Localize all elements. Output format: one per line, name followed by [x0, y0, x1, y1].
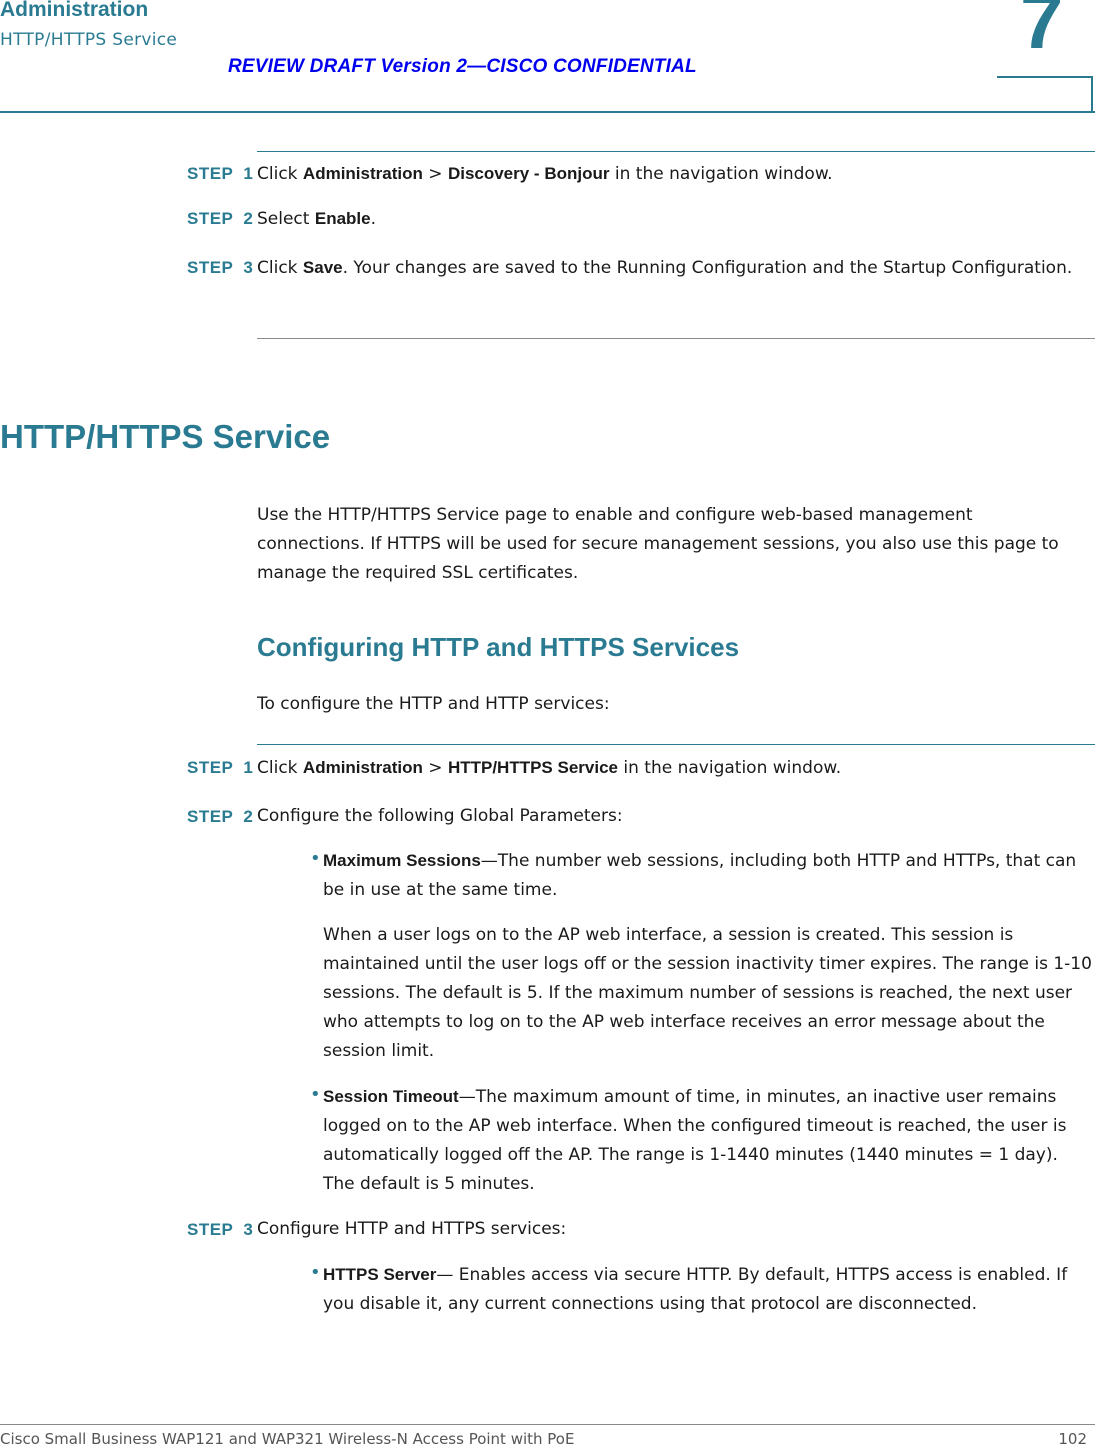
page-number: 102 [1058, 1430, 1087, 1448]
bullet-item: Maximum Sessions—The number web sessions… [323, 846, 1093, 905]
ui-term: Enable [314, 209, 371, 228]
chapter-title: Administration [0, 0, 149, 21]
step-text: Click Administration > HTTP/HTTPS Servic… [257, 753, 1092, 783]
ui-term: Administration [302, 758, 423, 777]
step-number: 3 [243, 1220, 254, 1239]
footer-divider [0, 1424, 1095, 1425]
step-word: STEP [187, 1220, 234, 1239]
ui-term: HTTP/HTTPS Service [447, 758, 618, 777]
step-text: Configure the following Global Parameter… [257, 806, 623, 826]
step-word: STEP [187, 758, 234, 777]
text-run: . Your changes are saved to the Running … [342, 258, 1073, 278]
step-number: 2 [243, 209, 254, 228]
step-number: 1 [243, 164, 254, 183]
step-word: STEP [187, 209, 234, 228]
bullet-icon: • [310, 1262, 321, 1283]
procedure-bottom-rule [257, 338, 1095, 339]
step-label: STEP 2 [187, 807, 253, 827]
chapter-number: 7 [1020, 0, 1064, 65]
subsection-intro: To configure the HTTP and HTTP services: [257, 694, 610, 714]
step-text: Select Enable. [257, 204, 1092, 234]
bullet-icon: • [310, 1084, 321, 1105]
parameter-term: HTTPS Server [323, 1265, 437, 1284]
step-number: 3 [243, 258, 254, 277]
step-text: Configure HTTP and HTTPS services: [257, 1219, 567, 1239]
procedure-top-rule [257, 744, 1095, 745]
procedure-top-rule [257, 151, 1095, 152]
step-word: STEP [187, 258, 234, 277]
parameter-term: Maximum Sessions [323, 851, 481, 870]
ui-term: Administration [302, 164, 423, 183]
text-run: in the navigation window. [609, 164, 833, 184]
step-text: Click Administration > Discovery - Bonjo… [257, 159, 1092, 189]
text-run: Select [257, 209, 315, 229]
step-label: STEP 1 [187, 164, 253, 184]
bullet-icon: • [310, 848, 321, 869]
step-number: 2 [243, 807, 254, 826]
text-run: . [370, 209, 377, 229]
step-label: STEP 3 [187, 1220, 253, 1240]
chapter-number-frame [997, 76, 1093, 113]
subsection-heading: Configuring HTTP and HTTPS Services [257, 632, 740, 662]
bullet-item: Session Timeout—The maximum amount of ti… [323, 1082, 1093, 1199]
step-label: STEP 3 [187, 258, 253, 278]
section-heading: HTTP/HTTPS Service [0, 418, 331, 455]
ui-term: Save [302, 258, 343, 277]
section-subtitle: HTTP/HTTPS Service [0, 30, 178, 50]
step-number: 1 [243, 758, 254, 777]
text-run: > [422, 758, 448, 778]
section-intro: Use the HTTP/HTTPS Service page to enabl… [257, 505, 1059, 583]
text-run: in the navigation window. [618, 758, 842, 778]
step-word: STEP [187, 807, 234, 826]
step-label: STEP 2 [187, 209, 253, 229]
text-run: Click [257, 758, 303, 778]
bullet-item: HTTPS Server— Enables access via secure … [323, 1260, 1093, 1319]
step-text: Click Save. Your changes are saved to th… [257, 253, 1092, 283]
text-run: Click [257, 164, 303, 184]
step-word: STEP [187, 164, 234, 183]
text-run: Click [257, 258, 303, 278]
step-label: STEP 1 [187, 758, 253, 778]
text-run: > [422, 164, 448, 184]
bullet-detail: When a user logs on to the AP web interf… [323, 925, 1092, 1061]
header-divider [0, 111, 1095, 113]
ui-term: Discovery - Bonjour [447, 164, 610, 183]
parameter-term: Session Timeout [323, 1087, 459, 1106]
footer-product-name: Cisco Small Business WAP121 and WAP321 W… [0, 1430, 575, 1448]
draft-notice: REVIEW DRAFT Version 2—CISCO CONFIDENTIA… [228, 56, 697, 77]
